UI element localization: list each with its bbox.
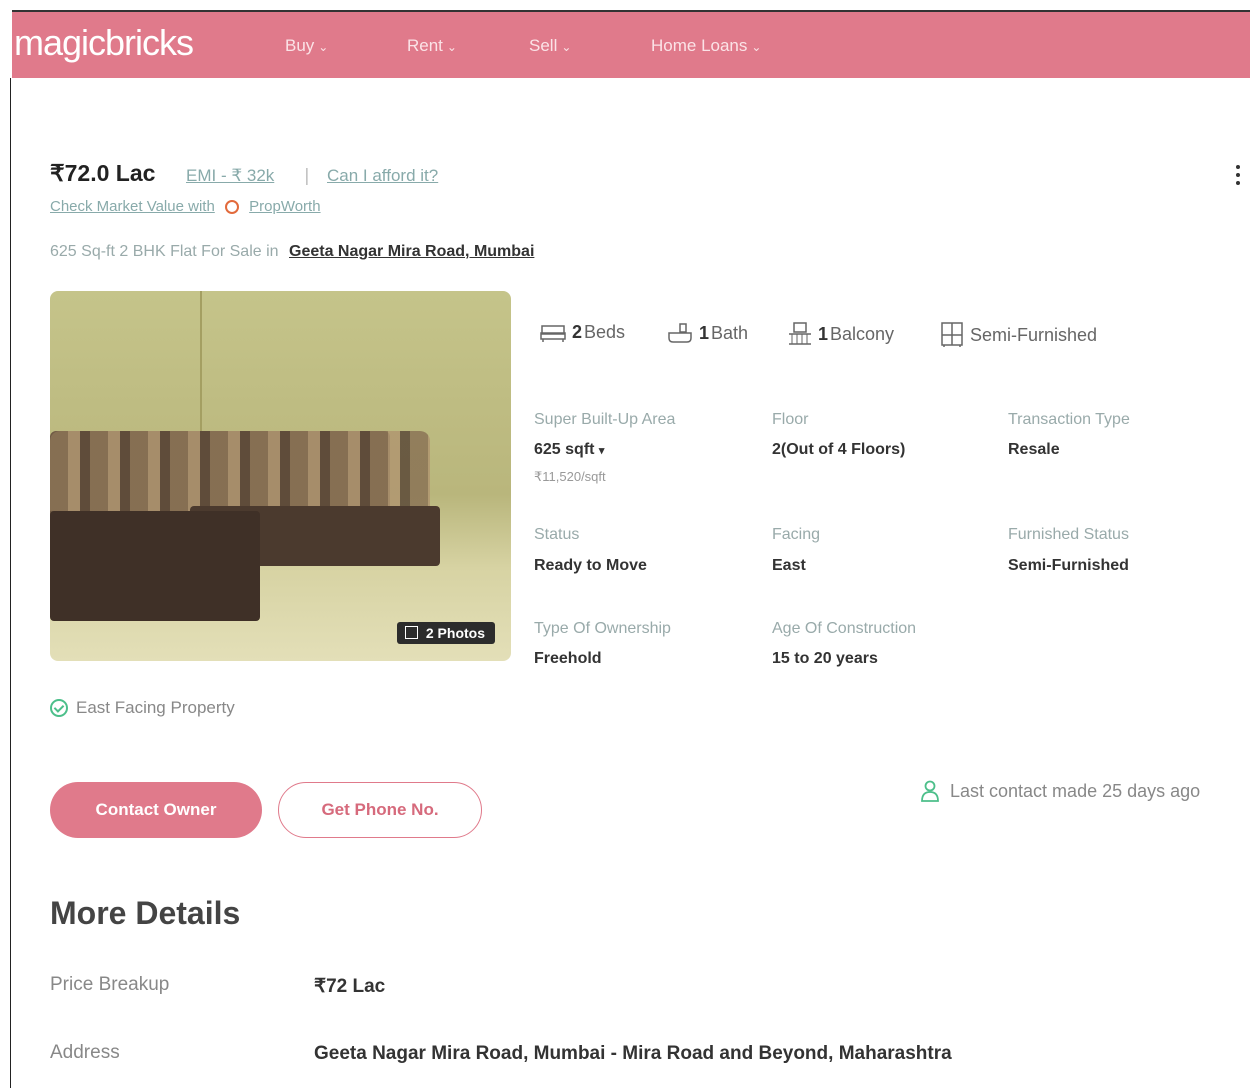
propworth-icon <box>224 200 239 214</box>
get-phone-button[interactable]: Get Phone No. <box>278 782 482 838</box>
chevron-down-icon: ⌄ <box>561 40 572 54</box>
photos-count-label: 2 Photos <box>425 625 485 641</box>
transaction-type-value: Resale <box>1008 441 1060 458</box>
listing-price: ₹72.0 Lac <box>50 160 156 186</box>
more-options-icon[interactable] <box>1236 165 1242 189</box>
amenity-furnishing: Semi-Furnished <box>940 322 1097 348</box>
bath-label: Bath <box>711 322 749 343</box>
nav-home-loans-label: Home Loans <box>651 36 748 55</box>
nav-buy[interactable]: Buy ⌄ <box>285 36 328 56</box>
more-details-title: More Details <box>50 895 241 931</box>
contact-owner-button[interactable]: Contact Owner <box>50 782 262 838</box>
price-per-sqft: ₹11,520/sqft <box>534 469 606 484</box>
nav-sell[interactable]: Sell ⌄ <box>529 36 571 56</box>
afford-link[interactable]: Can I afford it? <box>327 166 438 186</box>
furnished-status-label: Furnished Status <box>1008 526 1129 543</box>
super-area-text: 625 sqft <box>534 441 595 458</box>
bed-icon <box>540 324 566 342</box>
last-contact-info: Last contact made 25 days ago <box>920 780 1200 802</box>
address-value: Geeta Nagar Mira Road, Mumbai - Mira Roa… <box>314 1043 952 1064</box>
chevron-down-icon: ▾ <box>598 445 605 457</box>
floor-label: Floor <box>772 411 809 428</box>
ownership-label: Type Of Ownership <box>534 620 671 637</box>
balcony-count: 1 <box>818 323 829 344</box>
amenity-beds: 2 Beds <box>540 322 625 343</box>
furniture-icon <box>941 322 963 347</box>
price-breakup-value: ₹72 Lac <box>314 976 386 997</box>
market-value-link[interactable]: Check Market Value with PropWorth <box>50 198 321 215</box>
last-contact-text: Last contact made 25 days ago <box>950 780 1201 801</box>
price-breakup-label: Price Breakup <box>50 974 170 995</box>
market-value-label: Check Market Value with <box>50 198 215 215</box>
page-left-border <box>10 78 11 1088</box>
nav-buy-label: Buy <box>285 36 315 55</box>
balcony-icon <box>789 322 811 345</box>
listing-title-prefix: 625 Sq-ft 2 BHK Flat For Sale in <box>50 243 279 260</box>
photo-sofa-corner <box>50 511 260 621</box>
photo-sofa-cushions <box>50 431 430 511</box>
listing-title: 625 Sq-ft 2 BHK Flat For Sale in Geeta N… <box>50 243 534 261</box>
east-facing-note: East Facing Property <box>50 698 235 718</box>
property-photo[interactable]: 2 Photos <box>50 291 511 661</box>
propworth-label: PropWorth <box>249 198 321 215</box>
amenity-bath: 1 Bath <box>667 322 748 344</box>
status-label: Status <box>534 526 580 543</box>
status-value: Ready to Move <box>534 557 647 574</box>
address-label: Address <box>50 1042 120 1063</box>
furnishing-label: Semi-Furnished <box>970 324 1098 345</box>
photos-count-badge[interactable]: 2 Photos <box>396 622 495 644</box>
bath-count: 1 <box>699 322 710 343</box>
super-area-label: Super Built-Up Area <box>534 411 676 428</box>
bath-icon <box>668 323 692 343</box>
facing-label: Facing <box>772 526 821 543</box>
furnished-status-value: Semi-Furnished <box>1008 557 1129 574</box>
nav-rent-label: Rent <box>407 36 443 55</box>
facing-value: East <box>772 557 806 574</box>
separator: | <box>304 166 310 186</box>
amenity-balcony: 1 Balcony <box>788 322 894 346</box>
age-label: Age Of Construction <box>772 620 917 637</box>
emi-link[interactable]: EMI - ₹ 32k <box>186 166 274 186</box>
beds-label: Beds <box>584 322 626 342</box>
chevron-down-icon: ⌄ <box>751 40 762 54</box>
beds-count: 2 <box>572 322 583 342</box>
chevron-down-icon: ⌄ <box>318 40 329 54</box>
east-facing-text: East Facing Property <box>76 698 235 717</box>
site-logo[interactable]: magicbricks <box>14 22 194 64</box>
user-icon <box>921 780 939 802</box>
balcony-label: Balcony <box>830 323 895 344</box>
chevron-down-icon: ⌄ <box>446 40 457 54</box>
nav-home-loans[interactable]: Home Loans ⌄ <box>651 36 761 56</box>
super-area-value[interactable]: 625 sqft ▾ <box>534 441 604 459</box>
transaction-type-label: Transaction Type <box>1008 411 1130 428</box>
price-row: ₹72.0 Lac EMI - ₹ 32k | Can I afford it? <box>50 160 438 187</box>
gallery-icon <box>404 626 418 639</box>
floor-value: 2(Out of 4 Floors) <box>772 441 906 458</box>
top-nav-bar: magicbricks Buy ⌄ Rent ⌄ Sell ⌄ Home Loans ⌄ <box>12 10 1250 78</box>
age-value: 15 to 20 years <box>772 650 878 667</box>
nav-sell-label: Sell <box>529 36 558 55</box>
ownership-value: Freehold <box>534 650 602 667</box>
nav-rent[interactable]: Rent ⌄ <box>407 36 457 56</box>
listing-location-link[interactable]: Geeta Nagar Mira Road, Mumbai <box>289 243 534 260</box>
check-circle-icon <box>50 699 68 717</box>
